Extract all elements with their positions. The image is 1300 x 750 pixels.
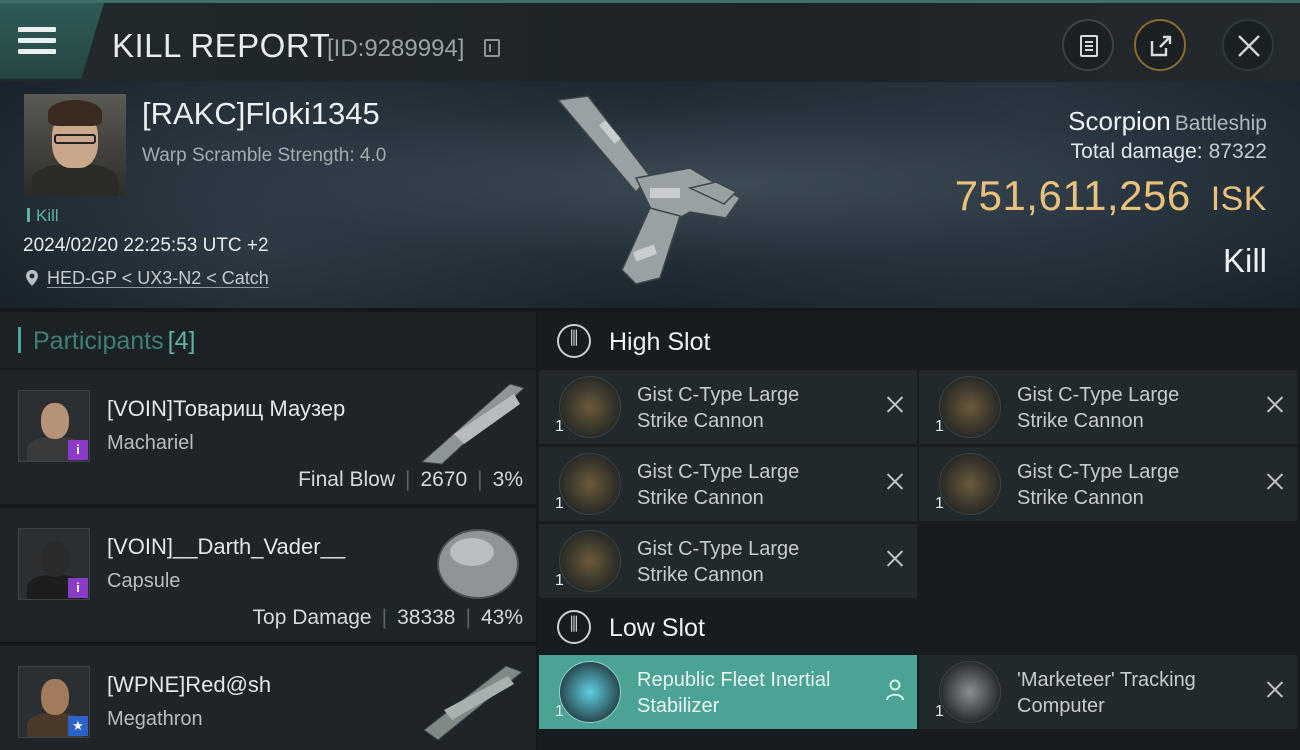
victim-header: [RAKC]Floki1345 Warp Scramble Strength: …: [0, 82, 1300, 308]
module-item[interactable]: 1 'Marketeer' Tracking Computer: [919, 655, 1297, 729]
module-item[interactable]: 1 Gist C-Type Large Strike Cannon: [539, 447, 917, 521]
participants-panel: Participants [4] i [VOIN]Товарищ Маузер M…: [0, 312, 536, 750]
slot-icon: [557, 610, 591, 644]
destroyed-x-icon: [887, 550, 903, 566]
close-button[interactable]: [1222, 19, 1274, 71]
module-icon: [939, 661, 1001, 723]
module-icon: [939, 453, 1001, 515]
participants-header: Participants [4]: [0, 312, 536, 368]
participant-ship: Machariel: [107, 432, 194, 454]
module-icon: [559, 376, 621, 438]
module-icon: [559, 530, 621, 592]
victim-name[interactable]: [RAKC]Floki1345: [142, 96, 380, 132]
kill-tag: Kill: [27, 206, 59, 226]
destroyed-x-icon: [1267, 396, 1283, 412]
destroyed-x-icon: [887, 396, 903, 412]
report-button[interactable]: [1062, 19, 1114, 71]
total-damage: Total damage: 87322: [1070, 140, 1267, 163]
module-item[interactable]: 1 Gist C-Type Large Strike Cannon: [539, 524, 917, 598]
participant-stats: Final Blow | 2670 | 3%: [298, 468, 523, 491]
location-pin-icon: [26, 270, 38, 286]
participant-ship-image: [423, 665, 523, 741]
victim-ship-type[interactable]: Scorpion Battleship: [1068, 106, 1267, 137]
module-item[interactable]: 1 Gist C-Type Large Strike Cannon: [919, 447, 1297, 521]
module-icon: [559, 661, 621, 723]
participant-ship-image: [420, 383, 525, 465]
slot-icon: [557, 324, 591, 358]
participant-name: [WPNE]Red@sh: [107, 672, 272, 697]
info-badge: i: [68, 578, 88, 598]
warp-scramble-strength: Warp Scramble Strength: 4.0: [142, 145, 387, 166]
copy-icon[interactable]: [484, 39, 500, 57]
victim-ship-image: [556, 95, 742, 285]
destroyed-x-icon: [1267, 681, 1283, 697]
result-label: Kill: [1222, 242, 1267, 279]
menu-icon: [18, 27, 56, 55]
module-item[interactable]: 1 Gist C-Type Large Strike Cannon: [539, 370, 917, 444]
report-icon: [1080, 35, 1098, 57]
high-slot-header: High Slot: [537, 312, 1300, 370]
module-item[interactable]: 1 Republic Fleet Inertial Stabilizer: [539, 655, 917, 729]
kill-timestamp: 2024/02/20 22:25:53 UTC +2: [23, 235, 269, 256]
participant-ship: Megathron: [107, 708, 203, 730]
participant-row[interactable]: i [VOIN]__Darth_Vader__ Capsule Top Dama…: [0, 508, 536, 644]
share-icon: [1150, 35, 1172, 57]
top-bar: KILL REPORT [ID:9289994]: [0, 0, 1300, 82]
participant-stats: Top Damage | 38338 | 43%: [252, 606, 523, 629]
menu-button[interactable]: [0, 3, 104, 79]
victim-avatar[interactable]: [24, 94, 126, 196]
participant-ship-image: [437, 529, 519, 599]
star-badge: ★: [68, 716, 88, 736]
fitting-panel: High Slot 1 Gist C-Type LargeStrike Cann…: [537, 312, 1300, 750]
module-icon: [939, 376, 1001, 438]
close-icon: [1238, 35, 1260, 57]
participant-row[interactable]: i [VOIN]Товарищ Маузер Machariel Final B…: [0, 370, 536, 506]
participant-ship: Capsule: [107, 570, 181, 592]
location-link[interactable]: HED-GP < UX3-N2 < Catch: [47, 268, 269, 289]
participant-name: [VOIN]__Darth_Vader__: [107, 534, 346, 559]
module-icon: [559, 453, 621, 515]
participant-row[interactable]: ★ [WPNE]Red@sh Megathron: [0, 646, 536, 750]
destroyed-x-icon: [1267, 473, 1283, 489]
dropped-person-icon: [886, 679, 904, 701]
destroyed-x-icon: [887, 473, 903, 489]
report-id: [ID:9289994]: [327, 35, 465, 62]
info-badge: i: [68, 440, 88, 460]
participant-name: [VOIN]Товарищ Маузер: [107, 396, 346, 421]
low-slot-header: Low Slot: [537, 598, 1300, 656]
share-button[interactable]: [1134, 19, 1186, 71]
module-item[interactable]: 1 Gist C-Type Large Strike Cannon: [919, 370, 1297, 444]
isk-value: 751,611,256 ISK: [954, 172, 1267, 219]
page-title: KILL REPORT: [112, 27, 331, 64]
